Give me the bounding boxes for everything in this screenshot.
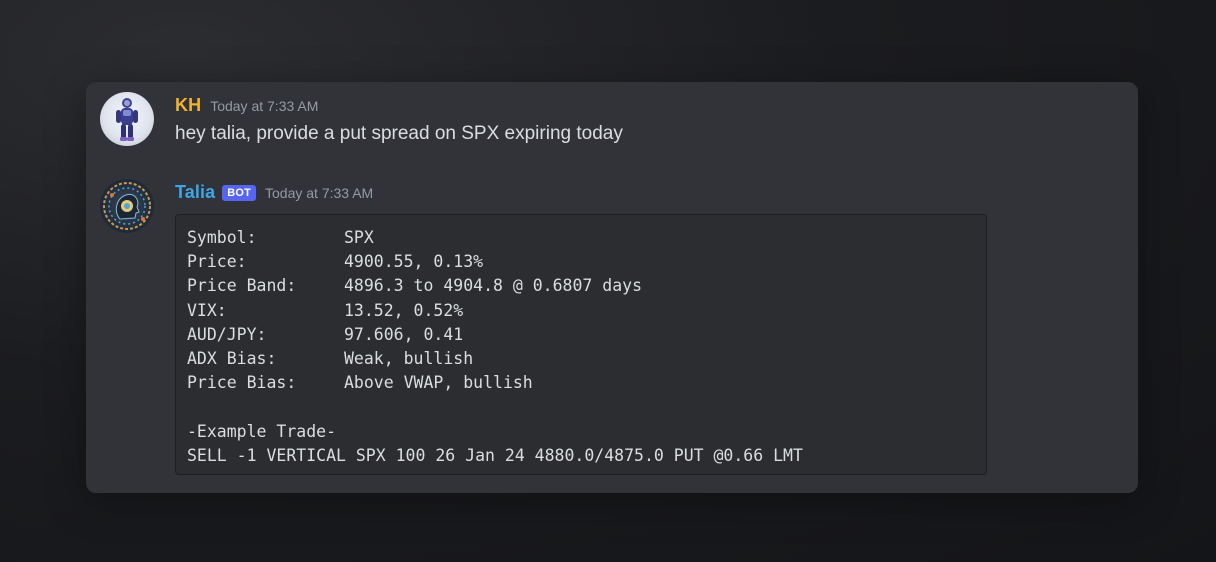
code-row: ADX Bias: Weak, bullish xyxy=(187,347,986,371)
code-key: Symbol: xyxy=(187,228,257,247)
code-row: VIX: 13.52, 0.52% xyxy=(187,299,986,323)
code-value: 13.52, 0.52% xyxy=(344,300,464,320)
code-value: 97.606, 0.41 xyxy=(344,324,464,344)
bot-badge: BOT xyxy=(222,185,257,201)
code-value: 4900.55, 0.13% xyxy=(344,252,484,272)
author-name[interactable]: KH xyxy=(175,95,201,116)
chat-card: KH Today at 7:33 AM hey talia, provide a… xyxy=(86,82,1138,493)
avatar[interactable] xyxy=(100,92,154,146)
astronaut-avatar-icon xyxy=(100,92,154,146)
author-name[interactable]: Talia xyxy=(175,182,215,203)
timestamp: Today at 7:33 AM xyxy=(265,185,374,201)
message-header: KH Today at 7:33 AM xyxy=(175,95,318,116)
message-text: hey talia, provide a put spread on SPX e… xyxy=(175,123,623,144)
code-value: SPX xyxy=(344,228,374,247)
message-header: Talia BOT Today at 7:33 AM xyxy=(175,182,373,203)
code-key: VIX: xyxy=(187,300,227,320)
code-row: Price Band: 4896.3 to 4904.8 @ 0.6807 day… xyxy=(187,274,986,298)
avatar[interactable] xyxy=(100,179,154,233)
code-key: Price Bias: xyxy=(187,373,297,393)
ai-head-avatar-icon xyxy=(100,179,154,233)
code-key: Price: xyxy=(187,252,247,272)
code-block: Symbol: SPX Price: 4900.55, 0.13% Price Ba… xyxy=(175,214,987,475)
code-key: Price Band: xyxy=(187,276,297,296)
code-key: ADX Bias: xyxy=(187,348,277,368)
code-value: Weak, bullish xyxy=(344,348,474,368)
code-row: Price: 4900.55, 0.13% xyxy=(187,250,986,274)
code-value: 4896.3 to 4904.8 @ 0.6807 days xyxy=(344,276,643,296)
code-value: Above VWAP, bullish xyxy=(344,373,533,393)
code-row: Symbol: SPX xyxy=(187,226,986,250)
code-row: Price Bias: Above VWAP, bullish xyxy=(187,371,986,395)
timestamp: Today at 7:33 AM xyxy=(210,98,319,114)
trade-line: SELL -1 VERTICAL SPX 100 26 Jan 24 4880.… xyxy=(187,445,803,465)
trade-heading: -Example Trade- xyxy=(187,421,337,441)
code-row: AUD/JPY: 97.606, 0.41 xyxy=(187,323,986,347)
code-key: AUD/JPY: xyxy=(187,324,267,344)
